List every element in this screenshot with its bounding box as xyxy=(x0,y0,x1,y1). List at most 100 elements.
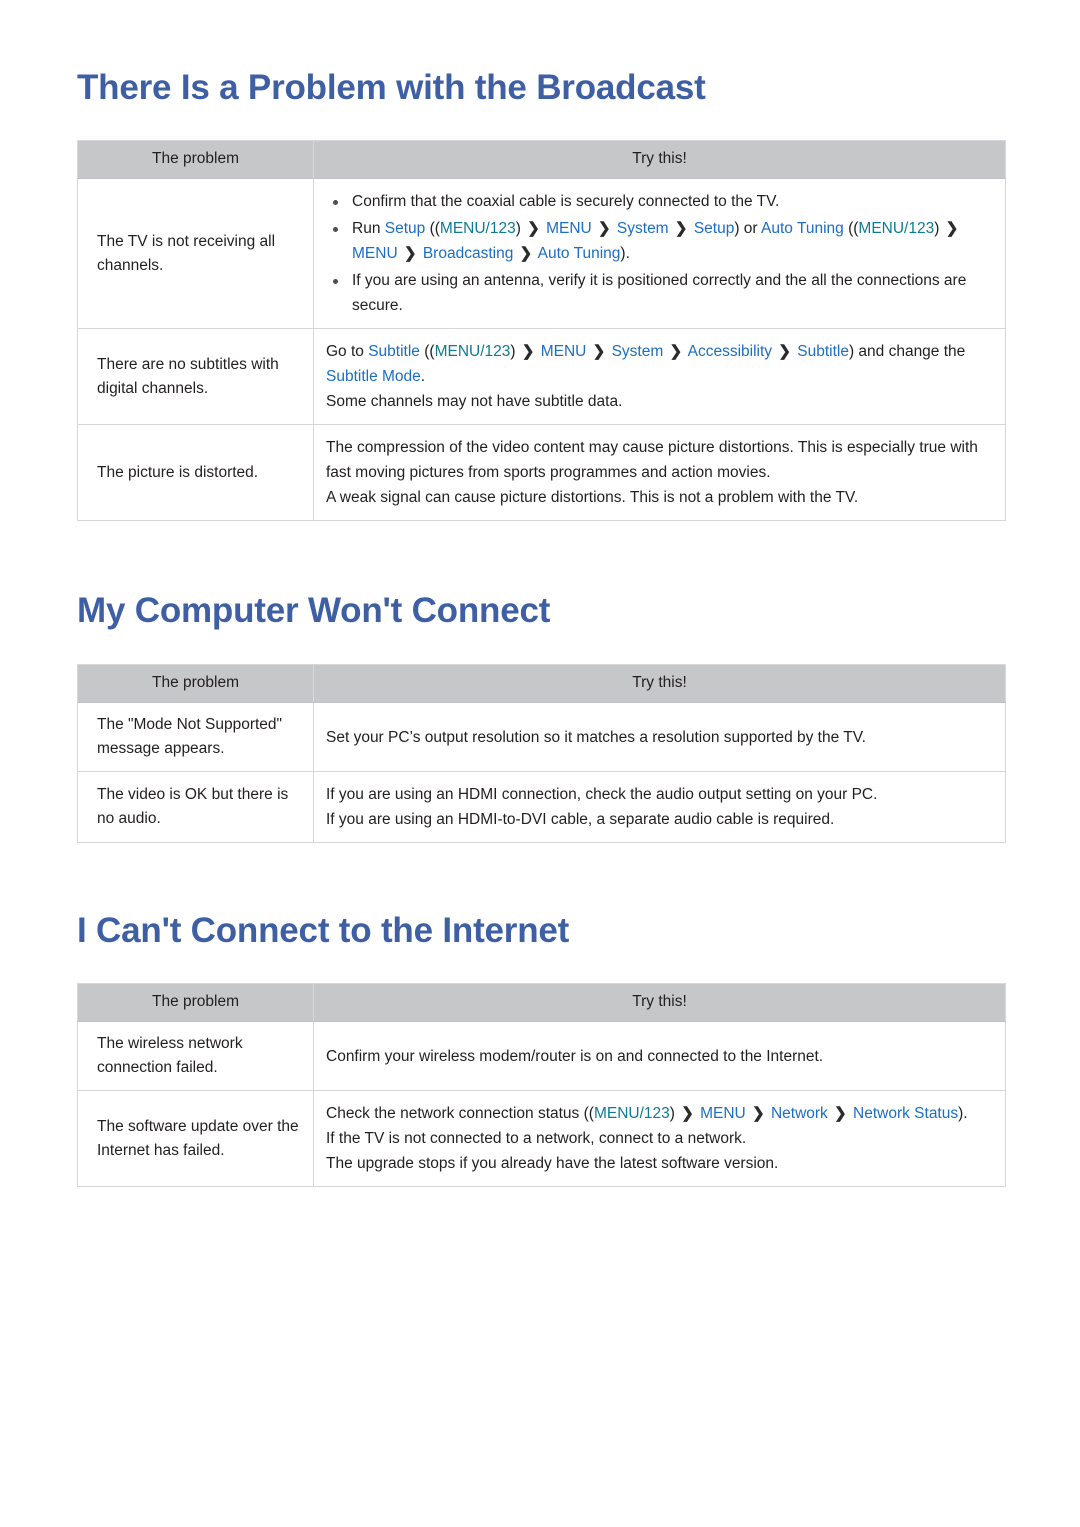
problem-cell: There are no subtitles with digital chan… xyxy=(77,328,314,425)
text-run: . xyxy=(420,368,426,385)
text-run: If you are using an HDMI-to-DVI cable, a… xyxy=(326,811,835,828)
menu-path-link: Setup xyxy=(693,220,735,237)
menu-path-link: Network xyxy=(770,1105,828,1122)
chevron-right-icon: ❯ xyxy=(403,245,417,262)
solution-line: The compression of the video content may… xyxy=(326,435,991,485)
text-run: ) or xyxy=(734,220,762,237)
section-broadcast: There Is a Problem with the Broadcast Th… xyxy=(0,0,1080,521)
chevron-right-icon: ❯ xyxy=(834,1105,847,1122)
chevron-right-icon: ❯ xyxy=(945,220,959,237)
text-run: ) xyxy=(669,1105,680,1122)
problem-cell: The "Mode Not Supported" message appears… xyxy=(77,702,314,772)
text-run: ). xyxy=(958,1105,968,1122)
menu-path-link: Subtitle xyxy=(368,343,420,360)
table-header-row: The problem Try this! xyxy=(77,140,1006,179)
menu-path-link: Network Status xyxy=(853,1105,959,1122)
chevron-right-icon: ❯ xyxy=(674,220,688,237)
text-run: If you are using an antenna, verify it i… xyxy=(352,272,967,314)
page-title-broadcast: There Is a Problem with the Broadcast xyxy=(77,68,706,107)
table-row: The wireless network connection failed. C… xyxy=(77,1021,1006,1091)
table-container-computer: The problem Try this! The "Mode Not Suppor… xyxy=(77,664,1080,843)
menu-key-label: MENU/123 xyxy=(439,220,516,237)
problem-cell: The TV is not receiving all channels. xyxy=(77,178,314,329)
chevron-right-icon: ❯ xyxy=(521,343,535,360)
table-row: There are no subtitles with digital chan… xyxy=(77,328,1006,425)
troubleshooting-table: The problem Try this! The wireless network… xyxy=(77,983,1006,1187)
column-header-try-this: Try this! xyxy=(313,140,1006,179)
text-run: Run xyxy=(352,220,385,237)
page-title-computer: My Computer Won't Connect xyxy=(77,591,551,630)
solution-line: Some channels may not have subtitle data… xyxy=(326,389,991,414)
table-row: The TV is not receiving all channels. Con… xyxy=(77,178,1006,329)
table-container-internet: The problem Try this! The wireless network… xyxy=(77,983,1080,1187)
document-page: There Is a Problem with the Broadcast Th… xyxy=(0,0,1080,1527)
column-header-problem: The problem xyxy=(77,664,314,703)
column-header-try-this: Try this! xyxy=(313,664,1006,703)
solution-line: Check the network connection status ((ME… xyxy=(326,1101,991,1126)
menu-key-label: MENU/123 xyxy=(858,220,935,237)
solution-bullet-list: Confirm that the coaxial cable is secure… xyxy=(326,189,991,318)
text-run: ) and change the xyxy=(848,343,966,360)
text-run xyxy=(513,245,517,262)
solution-line: The upgrade stops if you already have th… xyxy=(326,1151,991,1176)
menu-path-link: Accessibility xyxy=(687,343,773,360)
section-internet: I Can't Connect to the Internet The prob… xyxy=(0,843,1080,1187)
chevron-right-icon: ❯ xyxy=(778,343,791,360)
solution-bullet-item: Confirm that the coaxial cable is secure… xyxy=(326,189,991,214)
text-run: Confirm that the coaxial cable is secure… xyxy=(352,193,780,210)
solution-cell: Confirm that the coaxial cable is secure… xyxy=(313,178,1006,329)
text-run: ) xyxy=(510,343,520,360)
solution-cell: Check the network connection status ((ME… xyxy=(313,1090,1006,1187)
menu-path-link: Subtitle Mode xyxy=(326,368,421,385)
text-run: If you are using an HDMI connection, che… xyxy=(326,786,878,803)
chevron-right-icon: ❯ xyxy=(598,220,611,237)
text-run: (( xyxy=(425,220,440,237)
section-computer: My Computer Won't Connect The problem Try… xyxy=(0,521,1080,843)
table-row: The "Mode Not Supported" message appears… xyxy=(77,702,1006,772)
menu-path-link: System xyxy=(611,343,664,360)
solution-cell: Confirm your wireless modem/router is on… xyxy=(313,1021,1006,1091)
text-run: Go to xyxy=(326,343,369,360)
solution-cell: Set your PC’s output resolution so it ma… xyxy=(313,702,1006,772)
solution-line: Go to Subtitle ((MENU/123) ❯ MENU ❯ Syst… xyxy=(326,339,991,389)
menu-path-link: Broadcasting xyxy=(422,245,514,262)
menu-path-link: Subtitle xyxy=(797,343,849,360)
solution-cell: If you are using an HDMI connection, che… xyxy=(313,771,1006,843)
menu-path-link: MENU xyxy=(352,245,398,262)
solution-cell: The compression of the video content may… xyxy=(313,424,1006,521)
text-run: ) xyxy=(515,220,526,237)
menu-path-link: Auto Tuning xyxy=(761,220,844,237)
solution-bullet-item: If you are using an antenna, verify it i… xyxy=(326,268,991,318)
table-container-broadcast: The problem Try this! The TV is not receiv… xyxy=(77,140,1080,521)
problem-cell: The picture is distorted. xyxy=(77,424,314,521)
solution-line: Set your PC’s output resolution so it ma… xyxy=(326,725,991,750)
text-run: A weak signal can cause picture distorti… xyxy=(326,489,859,506)
troubleshooting-table: The problem Try this! The "Mode Not Suppor… xyxy=(77,664,1006,843)
table-row: The picture is distorted. The compression… xyxy=(77,424,1006,521)
text-run xyxy=(663,343,667,360)
solution-line: If you are using an HDMI connection, che… xyxy=(326,782,991,807)
menu-key-label: MENU/123 xyxy=(593,1105,670,1122)
text-run: The compression of the video content may… xyxy=(326,439,978,481)
text-run: ) xyxy=(934,220,944,237)
chevron-right-icon: ❯ xyxy=(592,343,606,360)
text-run: Check the network connection status (( xyxy=(326,1105,594,1122)
menu-key-label: MENU/123 xyxy=(434,343,511,360)
page-title-internet: I Can't Connect to the Internet xyxy=(77,911,570,950)
text-run: Set your PC’s output resolution so it ma… xyxy=(326,728,866,746)
text-run: ). xyxy=(620,245,630,262)
text-run: The upgrade stops if you already have th… xyxy=(326,1155,779,1172)
chevron-right-icon: ❯ xyxy=(527,220,540,237)
column-header-try-this: Try this! xyxy=(313,983,1006,1022)
table-header-row: The problem Try this! xyxy=(77,983,1006,1022)
problem-cell: The wireless network connection failed. xyxy=(77,1021,314,1091)
solution-line: A weak signal can cause picture distorti… xyxy=(326,485,991,510)
table-row: The software update over the Internet ha… xyxy=(77,1090,1006,1187)
menu-path-link: MENU xyxy=(700,1105,746,1122)
solution-line: If you are using an HDMI-to-DVI cable, a… xyxy=(326,807,991,832)
menu-path-link: System xyxy=(616,220,669,237)
column-header-problem: The problem xyxy=(77,140,314,179)
menu-path-link: Auto Tuning xyxy=(537,245,621,262)
chevron-right-icon: ❯ xyxy=(519,245,533,262)
text-run: Confirm your wireless modem/router is on… xyxy=(326,1047,824,1065)
